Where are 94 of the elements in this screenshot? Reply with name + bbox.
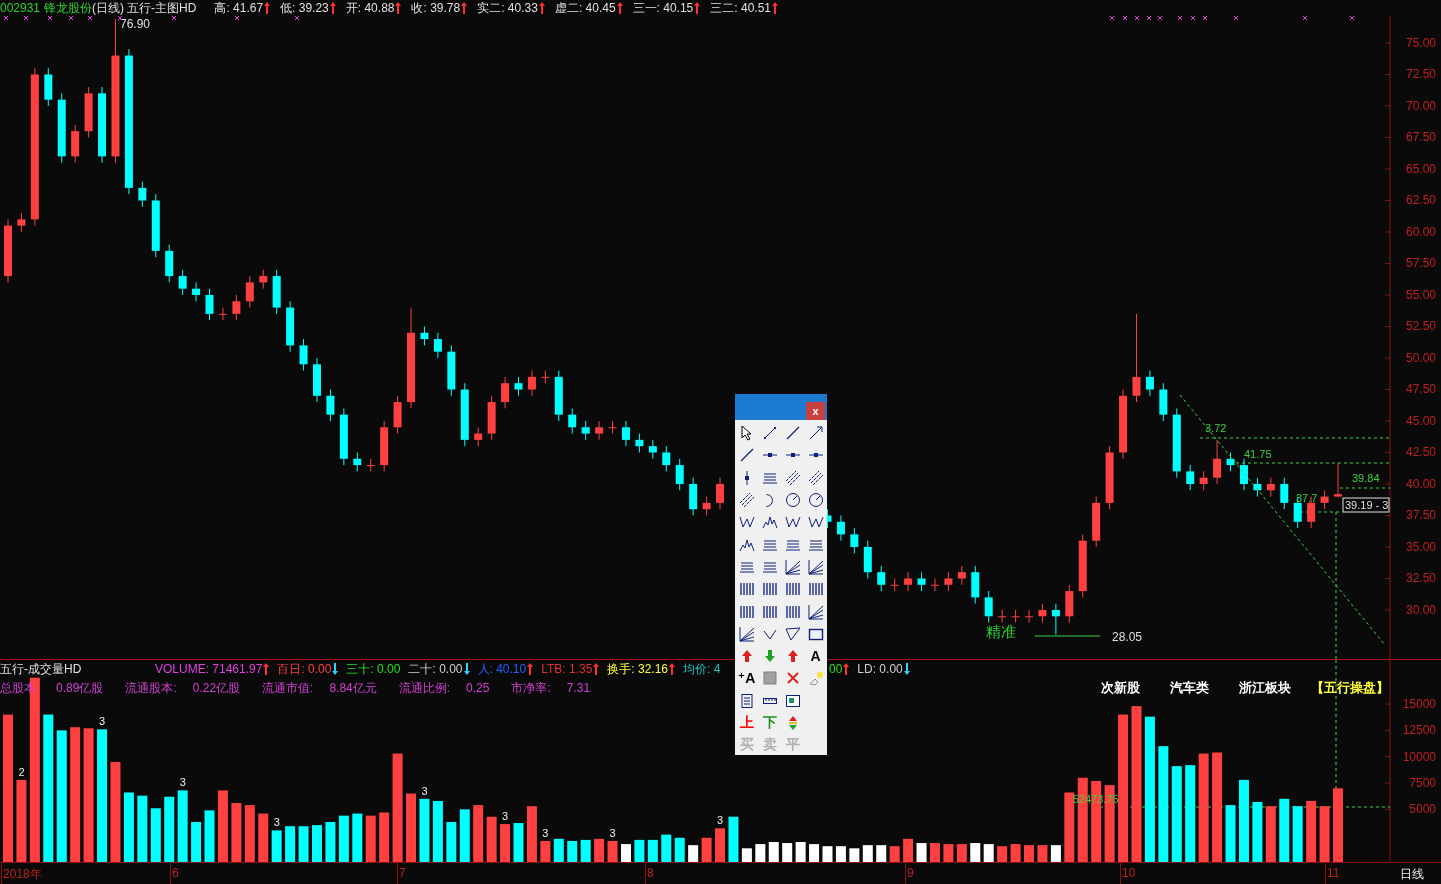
axis-label: 40.00 — [1405, 477, 1436, 491]
period-label: (日线) — [92, 0, 125, 17]
stat-value: 7.31 — [566, 681, 591, 695]
date-label: 8 — [647, 866, 654, 880]
date-label: 9 — [907, 866, 914, 880]
date-label: 10 — [1122, 866, 1136, 880]
stock-name: 锋龙股份 — [44, 0, 93, 17]
tool-button[interactable]: 平 — [781, 734, 804, 757]
quote-value: 低: 39.23 — [280, 0, 329, 17]
volume-label: 3 — [273, 816, 280, 829]
date-label: 11 — [1327, 866, 1340, 880]
indicator-value: 换手: 32.16 — [607, 660, 669, 678]
indicator-value: 百日: 0.00 — [277, 660, 332, 678]
axis-label: 32.50 — [1405, 571, 1436, 586]
axis-label: 5000 — [1409, 802, 1436, 817]
sector-tag: 汽车类 — [1170, 679, 1209, 697]
stat-value: 0.89亿股 — [56, 679, 104, 697]
stat-label: 总股本 — [0, 679, 36, 697]
close-button[interactable]: x — [806, 402, 825, 420]
tool-button[interactable]: A — [804, 644, 827, 668]
indicator-value: 二十: 0.00 — [408, 660, 463, 678]
indicator-name: 五行-主图HD — [127, 0, 197, 17]
axis-label: 62.50 — [1405, 193, 1436, 208]
indicator-value: 均价: 4 — [683, 660, 721, 678]
quote-value: 三一: 40.15 — [632, 0, 694, 17]
volume-label: 3 — [99, 715, 106, 728]
axis-label: 47.50 — [1405, 382, 1436, 397]
quote-value: 虚二: 40.45 — [554, 0, 616, 17]
indicator-value: LD: 0.00 — [857, 662, 903, 676]
axis-label: 42.50 — [1405, 445, 1436, 460]
sector-tag: 次新股 — [1101, 679, 1140, 697]
volume-label: 3 — [421, 784, 428, 797]
axis-label: 30.00 — [1405, 603, 1436, 617]
stat-label: 市净率: — [511, 679, 551, 697]
volume-label: 3 — [542, 826, 549, 839]
quote-value: 实二: 40.33 — [477, 0, 538, 17]
tool-button[interactable]: 卖 — [758, 734, 781, 757]
date-label: 7 — [399, 866, 406, 880]
axis-label: 70.00 — [1405, 98, 1436, 113]
indicator-value: 人: 40.10 — [477, 660, 527, 678]
axis-label: 75.00 — [1405, 35, 1436, 50]
volume-label: 2 — [18, 765, 25, 778]
price-level-label: 3.72 — [1205, 422, 1227, 434]
stock-code: 002931 — [0, 1, 41, 15]
stat-value: 0.22亿股 — [192, 679, 241, 697]
indicator-value: LTB: 1.35 — [541, 662, 593, 676]
indicator-value: 三十: 0.00 — [346, 660, 401, 678]
tool-button[interactable]: 买 — [735, 734, 758, 757]
axis-label: 60.00 — [1405, 224, 1436, 239]
period-label: 日线 — [1400, 866, 1424, 883]
axis-label: 72.50 — [1405, 67, 1436, 82]
axis-label: 52.50 — [1405, 319, 1436, 334]
stat-label: 流通市值: — [262, 679, 314, 697]
tool-button[interactable]: ⁺A — [735, 667, 758, 690]
stat-label: 流通股本: — [125, 679, 177, 697]
quote-value: 三二: 40.51 — [710, 0, 771, 17]
tool-button[interactable]: 下 — [758, 711, 781, 735]
date-label: 6 — [172, 866, 179, 880]
quote-value: 高: 41.67 — [214, 0, 264, 17]
axis-label: 35.00 — [1405, 540, 1436, 554]
current-price-label: 39.19 - 3 — [1342, 497, 1390, 513]
axis-label: 15000 — [1402, 697, 1436, 712]
stat-value: 0.25 — [466, 681, 490, 695]
axis-label: 12500 — [1402, 723, 1436, 738]
date-label: 2018年 — [3, 866, 42, 883]
volume-label: 3 — [717, 814, 724, 827]
axis-label: 10000 — [1402, 749, 1436, 764]
axis-label: 57.50 — [1405, 256, 1436, 271]
axis-label: 37.50 — [1405, 508, 1436, 523]
volume-label: 3 — [609, 826, 616, 839]
quote-value: 收: 39.78 — [411, 0, 461, 17]
axis-label: 50.00 — [1405, 351, 1436, 365]
quote-value: 开: 40.88 — [345, 0, 395, 17]
price-level-label: 41.75 — [1244, 448, 1272, 460]
price-level-label: 39.84 — [1352, 472, 1380, 484]
volume-label: 3 — [502, 810, 509, 823]
stat-label: 流通比例: — [398, 679, 451, 697]
axis-label: 7500 — [1409, 776, 1436, 790]
axis-label: 67.50 — [1405, 130, 1436, 145]
sector-tag: 【五行操盘】 — [1311, 679, 1389, 697]
indicator-name: 五行-成交量HD — [0, 660, 83, 678]
low-price-label: 28.05 — [1112, 630, 1143, 644]
tool-button[interactable]: 上 — [735, 711, 758, 735]
price-level-label: 37.7 — [1296, 492, 1318, 504]
indicator-value: 00 — [829, 662, 843, 676]
axis-label: 55.00 — [1405, 287, 1436, 302]
axis-label: 65.00 — [1405, 161, 1436, 176]
volume-label: 3 — [179, 776, 186, 789]
indicator-value: VOLUME: 71461.97 — [155, 662, 263, 676]
axis-label: 45.00 — [1405, 414, 1436, 428]
sector-tag: 浙江板块 — [1239, 679, 1291, 697]
stat-value: 8.84亿元 — [329, 679, 377, 697]
signal-label: 精准 — [986, 623, 1016, 640]
high-price-label: 76.90 — [120, 17, 151, 31]
